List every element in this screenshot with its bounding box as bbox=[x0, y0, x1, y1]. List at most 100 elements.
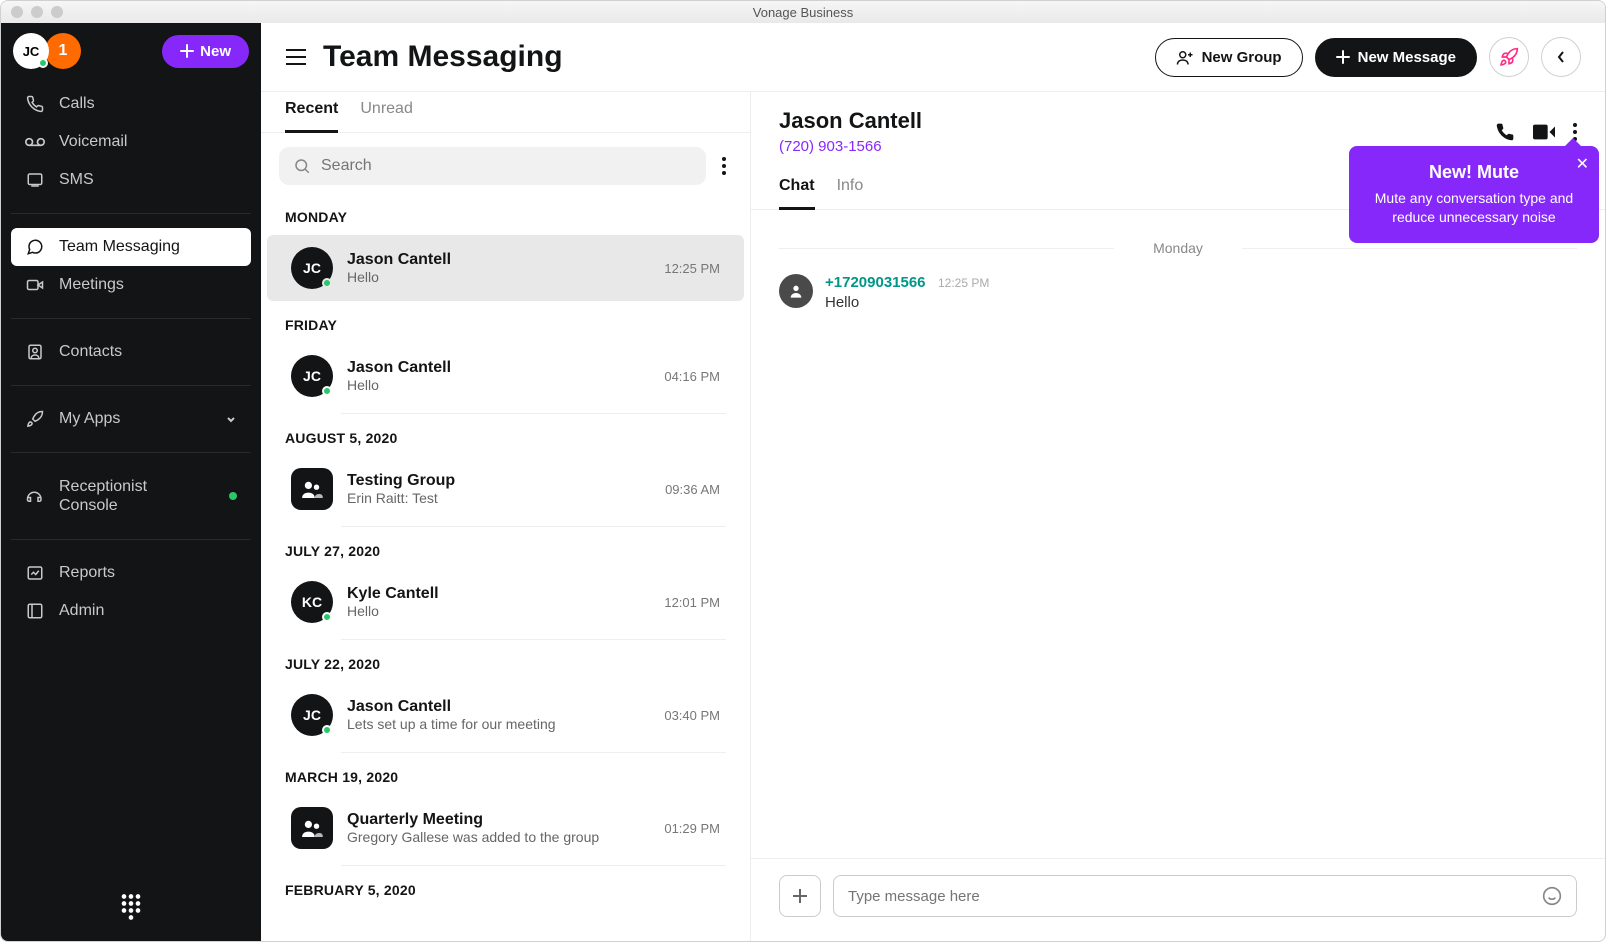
presence-indicator bbox=[38, 58, 48, 68]
sidebar-item-meetings[interactable]: Meetings bbox=[11, 266, 251, 304]
presence-indicator bbox=[322, 725, 332, 735]
rocket-small-icon bbox=[25, 410, 45, 428]
tooltip-body: Mute any conversation type and reduce un… bbox=[1369, 189, 1579, 227]
video-call-icon[interactable] bbox=[1533, 124, 1555, 140]
conversation-preview: Gregory Gallese was added to the group bbox=[347, 829, 650, 845]
page-title: Team Messaging bbox=[323, 40, 563, 74]
conversation-title: Jason Cantell bbox=[347, 698, 650, 716]
message-time: 12:25 PM bbox=[938, 276, 989, 290]
search-box[interactable] bbox=[279, 147, 706, 185]
group-add-icon bbox=[1176, 49, 1194, 65]
plus-icon bbox=[180, 44, 194, 58]
attach-button[interactable] bbox=[779, 875, 821, 917]
conversation-title: Testing Group bbox=[347, 472, 651, 490]
rocket-button[interactable] bbox=[1489, 37, 1529, 77]
conversation-item[interactable]: JCJason CantellHello04:16 PM bbox=[267, 343, 744, 409]
new-message-label: New Message bbox=[1358, 49, 1456, 66]
new-group-button[interactable]: New Group bbox=[1155, 38, 1303, 77]
date-header: MARCH 19, 2020 bbox=[261, 753, 750, 795]
sidebar-item-receptionist[interactable]: Receptionist Console bbox=[11, 467, 251, 525]
sidebar-item-contacts[interactable]: Contacts bbox=[11, 333, 251, 371]
notification-badge[interactable]: 1 bbox=[45, 33, 81, 69]
conversation-time: 09:36 AM bbox=[665, 482, 720, 497]
tooltip-close-icon[interactable]: ✕ bbox=[1576, 154, 1589, 174]
chat-icon bbox=[25, 238, 45, 256]
sidebar-item-team-messaging[interactable]: Team Messaging bbox=[11, 228, 251, 266]
person-avatar: KC bbox=[291, 581, 333, 623]
tab-info[interactable]: Info bbox=[837, 169, 864, 210]
conversation-preview: Hello bbox=[347, 269, 650, 285]
message-avatar bbox=[779, 274, 813, 308]
list-more-icon[interactable] bbox=[716, 151, 732, 181]
sidebar-item-label: Calls bbox=[59, 95, 95, 113]
sidebar-item-label: Reports bbox=[59, 564, 115, 582]
person-avatar: JC bbox=[291, 247, 333, 289]
new-button-label: New bbox=[200, 43, 231, 60]
conversation-item[interactable]: JCJason CantellHello12:25 PM bbox=[267, 235, 744, 301]
sidebar-item-calls[interactable]: Calls bbox=[11, 85, 251, 123]
video-icon bbox=[25, 276, 45, 294]
conversation-title: Quarterly Meeting bbox=[347, 811, 650, 829]
message-input[interactable] bbox=[848, 888, 1542, 905]
new-button[interactable]: New bbox=[162, 35, 249, 68]
sidebar-item-label: Contacts bbox=[59, 343, 122, 361]
tooltip-title: New! Mute bbox=[1369, 162, 1579, 183]
conversation-preview: Hello bbox=[347, 603, 650, 619]
sidebar: JC 1 New Calls Voicemail bbox=[1, 23, 261, 941]
sidebar-item-label: SMS bbox=[59, 171, 94, 189]
emoji-icon[interactable] bbox=[1542, 886, 1562, 906]
chat-message: +17209031566 12:25 PM Hello bbox=[779, 274, 1577, 311]
conversation-item[interactable]: Quarterly MeetingGregory Gallese was add… bbox=[267, 795, 744, 861]
user-initials: JC bbox=[23, 44, 40, 59]
tab-recent[interactable]: Recent bbox=[285, 92, 338, 133]
conversation-list: MONDAY JC Jason Cantell Hello 12:25 PM FRIDAY… bbox=[261, 193, 750, 941]
person-avatar: JC bbox=[291, 355, 333, 397]
headset-icon bbox=[25, 487, 45, 505]
dialpad-button[interactable] bbox=[120, 893, 142, 921]
message-text: Hello bbox=[825, 294, 989, 311]
conversation-title: Jason Cantell bbox=[347, 359, 650, 377]
date-header: AUGUST 5, 2020 bbox=[261, 414, 750, 456]
group-avatar bbox=[291, 468, 333, 510]
sidebar-item-admin[interactable]: Admin bbox=[11, 592, 251, 630]
contact-phone[interactable]: (720) 903-1566 bbox=[779, 138, 922, 155]
person-avatar: JC bbox=[291, 694, 333, 736]
conversation-preview: Erin Raitt: Test bbox=[347, 490, 651, 506]
presence-indicator bbox=[322, 612, 332, 622]
contact-name: Jason Cantell bbox=[779, 108, 922, 134]
conversation-time: 12:25 PM bbox=[664, 261, 720, 276]
reports-icon bbox=[25, 564, 45, 582]
sidebar-item-voicemail[interactable]: Voicemail bbox=[11, 123, 251, 161]
group-avatar bbox=[291, 807, 333, 849]
window-title: Vonage Business bbox=[1, 5, 1605, 20]
date-header: MONDAY bbox=[261, 193, 750, 235]
conversation-item[interactable]: Testing GroupErin Raitt: Test 09:36 AM bbox=[267, 456, 744, 522]
date-header: FRIDAY bbox=[261, 301, 750, 343]
collapse-button[interactable] bbox=[1541, 37, 1581, 77]
message-sender[interactable]: +17209031566 bbox=[825, 274, 926, 291]
conversation-time: 03:40 PM bbox=[664, 708, 720, 723]
presence-indicator bbox=[322, 386, 332, 396]
search-input[interactable] bbox=[321, 157, 692, 175]
conversation-item[interactable]: KCKyle CantellHello12:01 PM bbox=[267, 569, 744, 635]
user-avatar[interactable]: JC bbox=[13, 33, 49, 69]
tab-unread[interactable]: Unread bbox=[360, 92, 412, 133]
window-titlebar: Vonage Business bbox=[1, 1, 1605, 23]
sidebar-item-my-apps[interactable]: My Apps bbox=[11, 400, 251, 438]
tab-chat[interactable]: Chat bbox=[779, 169, 815, 210]
conversation-time: 04:16 PM bbox=[664, 369, 720, 384]
conversation-item[interactable]: JCJason CantellLets set up a time for ou… bbox=[267, 682, 744, 748]
admin-icon bbox=[25, 602, 45, 620]
date-header: JULY 22, 2020 bbox=[261, 640, 750, 682]
sidebar-item-sms[interactable]: SMS bbox=[11, 161, 251, 199]
sidebar-item-label: My Apps bbox=[59, 410, 120, 428]
chevron-down-icon bbox=[225, 413, 237, 425]
sidebar-item-reports[interactable]: Reports bbox=[11, 554, 251, 592]
menu-toggle-icon[interactable] bbox=[285, 48, 307, 66]
status-dot bbox=[229, 492, 237, 500]
call-icon[interactable] bbox=[1495, 122, 1515, 142]
new-message-button[interactable]: New Message bbox=[1315, 38, 1477, 77]
conversation-title: Kyle Cantell bbox=[347, 585, 650, 603]
sms-icon bbox=[25, 171, 45, 189]
sidebar-item-label: Admin bbox=[59, 602, 104, 620]
